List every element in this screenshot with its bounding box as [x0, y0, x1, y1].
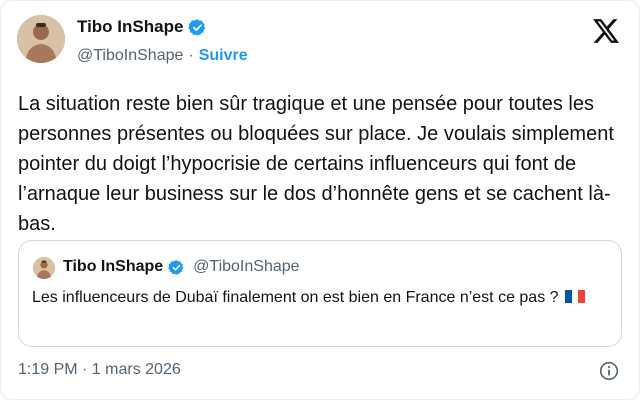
quoted-tweet[interactable]: Tibo InShape @TiboInShape Les influenceu…	[18, 240, 622, 347]
follow-button[interactable]: Suivre	[199, 47, 248, 65]
person-avatar-icon	[33, 257, 55, 279]
tweet-text: La situation reste bien sûr tragique et …	[18, 93, 614, 235]
author-handle[interactable]: @TiboInShape	[77, 47, 183, 65]
quote-author-avatar	[33, 257, 55, 279]
quote-handle: @TiboInShape	[193, 258, 300, 275]
author-avatar[interactable]	[17, 15, 65, 63]
quote-text-block: Les influenceurs de Dubaï finalement on …	[32, 287, 612, 309]
tweet-card: Tibo InShape @TiboInShape · Suivre La si…	[0, 0, 640, 400]
verified-badge-icon	[168, 259, 184, 275]
author-handle-row: @TiboInShape · Suivre	[77, 47, 248, 65]
france-flag-icon	[565, 290, 585, 303]
verified-badge-icon	[188, 18, 206, 36]
quote-text: Les influenceurs de Dubaï finalement on …	[32, 289, 559, 306]
x-logo-icon[interactable]	[593, 19, 619, 43]
info-icon[interactable]	[599, 361, 619, 381]
quote-display-name: Tibo InShape	[63, 258, 164, 275]
quote-header: Tibo InShape @TiboInShape	[63, 258, 300, 276]
separator-dot: ·	[188, 47, 194, 64]
person-avatar-icon	[17, 15, 65, 63]
author-display-name[interactable]: Tibo InShape	[77, 17, 183, 37]
author-name-row: Tibo InShape	[77, 17, 207, 37]
tweet-timestamp[interactable]: 1:19 PM · 1 mars 2026	[18, 361, 181, 379]
